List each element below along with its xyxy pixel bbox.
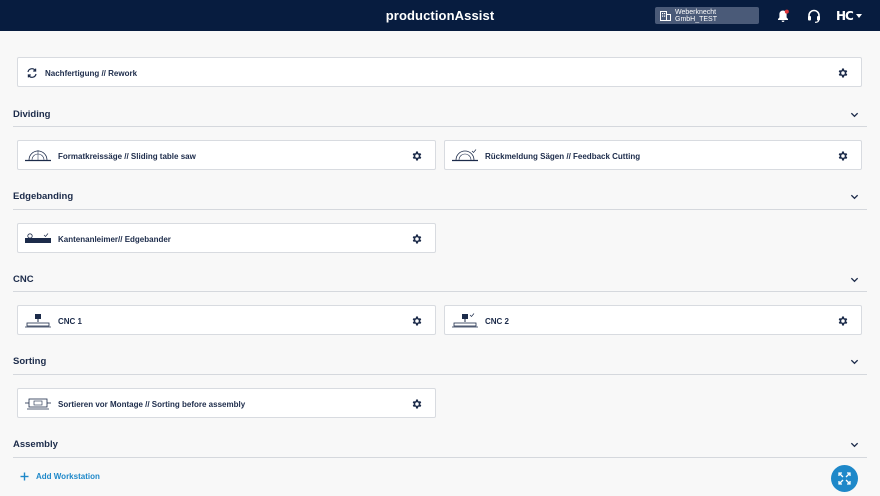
workstation-card-rework[interactable]: Nachfertigung // Rework	[17, 57, 862, 87]
add-workstation-button[interactable]: Add Workstation	[20, 472, 100, 481]
section-title: CNC	[13, 274, 34, 285]
divider	[13, 374, 867, 375]
tenant-name: Weberknecht GmbH_TEST	[675, 8, 718, 23]
divider	[13, 291, 867, 292]
chevron-down-icon[interactable]	[850, 193, 859, 201]
section-title: Dividing	[13, 109, 51, 120]
workstation-card-cnc-2[interactable]: CNC 2	[444, 305, 862, 335]
workstation-label: Kantenanleimer// Edgebander	[58, 235, 171, 244]
gear-icon[interactable]	[837, 315, 849, 327]
workstation-label: Sortieren vor Montage // Sorting before …	[58, 400, 246, 409]
sorting-icon	[25, 398, 51, 410]
divider	[13, 126, 867, 127]
plus-icon	[20, 472, 29, 481]
section-title: Assembly	[13, 439, 58, 450]
section-assembly[interactable]: Assembly	[13, 439, 863, 453]
workstation-card-sliding-table-saw[interactable]: Formatkreissäge // Sliding table saw	[17, 140, 436, 170]
gear-icon[interactable]	[411, 315, 423, 327]
gear-icon[interactable]	[411, 233, 423, 245]
bell-icon[interactable]	[775, 8, 791, 24]
brand-menu[interactable]: HC	[836, 8, 862, 24]
section-title: Edgebanding	[13, 191, 74, 202]
saw-icon	[25, 150, 51, 162]
workstation-label: CNC 1	[58, 317, 83, 326]
section-dividing[interactable]: Dividing	[13, 109, 863, 123]
section-sorting[interactable]: Sorting	[13, 356, 863, 370]
add-workstation-label: Add Workstation	[36, 472, 100, 481]
brand-logo: HC	[836, 9, 854, 23]
chevron-down-icon[interactable]	[850, 111, 859, 119]
chevron-down-icon[interactable]	[850, 276, 859, 284]
gear-icon[interactable]	[837, 150, 849, 162]
section-cnc[interactable]: CNC	[13, 274, 863, 288]
expand-arrows-icon	[838, 472, 851, 485]
gear-icon[interactable]	[411, 398, 423, 410]
cnc-icon	[25, 314, 51, 328]
caret-down-icon	[855, 14, 862, 18]
divider	[13, 457, 867, 458]
workstation-label: Formatkreissäge // Sliding table saw	[58, 152, 196, 161]
workstation-card-sorting[interactable]: Sortieren vor Montage // Sorting before …	[17, 388, 436, 418]
fab-button[interactable]	[831, 465, 858, 492]
workstation-card-edgebander[interactable]: Kantenanleimer// Edgebander	[17, 223, 436, 253]
workstation-card-cnc-1[interactable]: CNC 1	[17, 305, 436, 335]
edgebander-icon	[25, 233, 51, 243]
top-bar: productionAssist Weberknecht GmbH_TEST H…	[0, 0, 880, 31]
chevron-down-icon[interactable]	[850, 441, 859, 449]
section-edgebanding[interactable]: Edgebanding	[13, 191, 863, 205]
rework-icon	[27, 68, 37, 78]
workstation-label: Nachfertigung // Rework	[45, 69, 138, 78]
headset-icon[interactable]	[806, 8, 822, 24]
workstation-label: Rückmeldung Sägen // Feedback Cutting	[485, 152, 641, 161]
chevron-down-icon[interactable]	[850, 358, 859, 366]
cnc-feedback-icon	[452, 313, 478, 328]
workstation-label: CNC 2	[485, 317, 510, 326]
tenant-selector[interactable]: Weberknecht GmbH_TEST	[655, 7, 759, 24]
gear-icon[interactable]	[411, 150, 423, 162]
saw-feedback-icon	[452, 149, 478, 162]
gear-icon[interactable]	[837, 67, 849, 79]
divider	[13, 209, 867, 210]
section-title: Sorting	[13, 356, 47, 367]
building-icon	[660, 10, 671, 21]
workstation-card-feedback-cutting[interactable]: Rückmeldung Sägen // Feedback Cutting	[444, 140, 862, 170]
